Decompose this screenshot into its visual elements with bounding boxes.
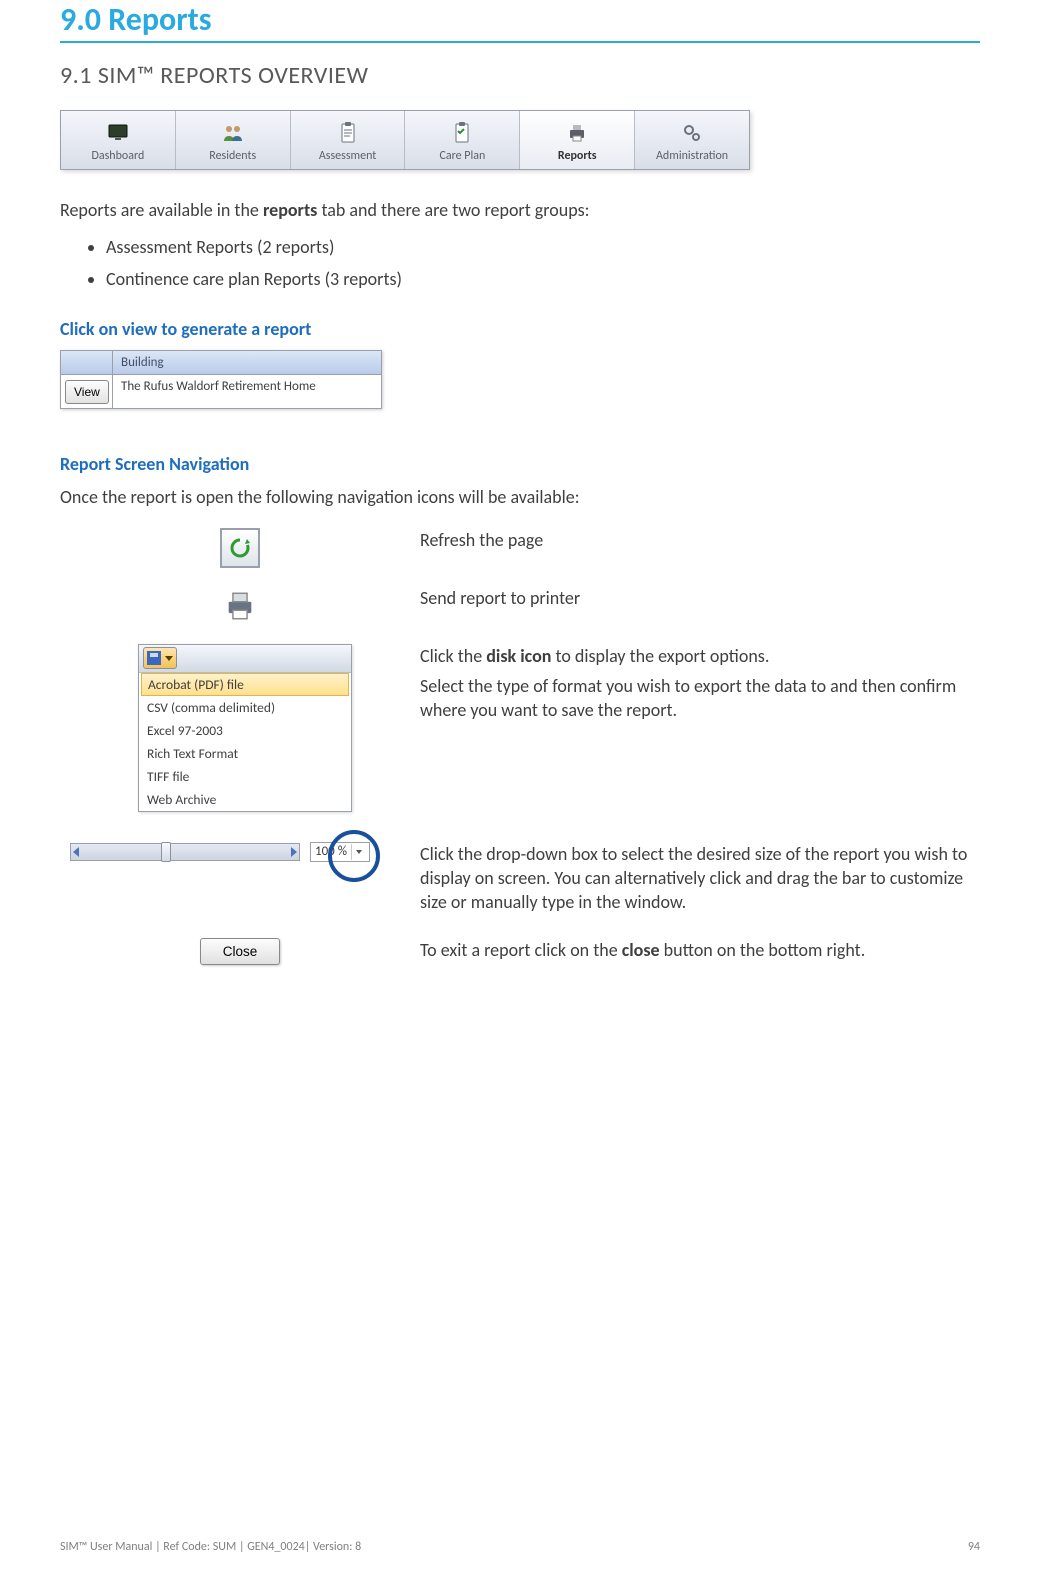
print-desc: Send report to printer <box>420 586 980 610</box>
zoom-desc: Click the drop-down box to select the de… <box>420 842 980 915</box>
tab-label: Residents <box>209 149 256 163</box>
slider-right-arrow-icon[interactable] <box>291 847 297 857</box>
export-dropdown[interactable]: Acrobat (PDF) file CSV (comma delimited)… <box>138 644 352 812</box>
dropdown-caret-icon <box>165 656 173 661</box>
monitor-icon <box>104 121 132 145</box>
nav-heading: Report Screen Navigation <box>60 453 980 475</box>
tab-care-plan[interactable]: Care Plan <box>405 111 520 169</box>
slider-thumb[interactable] <box>161 842 171 862</box>
export-option[interactable]: Rich Text Format <box>139 742 351 765</box>
tab-label: Dashboard <box>91 149 144 163</box>
tab-label: Care Plan <box>439 149 485 163</box>
clipboard-icon <box>334 121 362 145</box>
list-item: Assessment Reports (2 reports) <box>106 236 980 258</box>
subsection-heading: 9.1 SIM™ REPORTS OVERVIEW <box>60 61 980 90</box>
building-name-cell: The Rufus Waldorf Retirement Home <box>113 375 381 408</box>
building-grid: Building View The Rufus Waldorf Retireme… <box>60 350 382 409</box>
zoom-dropdown-caret-icon[interactable] <box>351 844 365 860</box>
task-list-icon <box>448 121 476 145</box>
zoom-slider[interactable] <box>70 843 300 861</box>
list-item: Continence care plan Reports (3 reports) <box>106 268 980 290</box>
tab-administration[interactable]: Administration <box>635 111 749 169</box>
people-icon <box>219 121 247 145</box>
tab-residents[interactable]: Residents <box>176 111 291 169</box>
view-button[interactable]: View <box>65 380 109 404</box>
close-button[interactable]: Close <box>200 938 281 965</box>
printer-icon <box>223 589 257 623</box>
slider-left-arrow-icon[interactable] <box>73 847 79 857</box>
disk-icon <box>147 651 161 665</box>
nav-intro: Once the report is open the following na… <box>60 485 980 509</box>
page-number: 94 <box>968 1540 980 1554</box>
export-option[interactable]: TIFF file <box>139 765 351 788</box>
export-option[interactable]: Excel 97-2003 <box>139 719 351 742</box>
report-groups-list: Assessment Reports (2 reports) Continenc… <box>106 236 980 290</box>
click-view-heading: Click on view to generate a report <box>60 318 980 340</box>
print-button[interactable] <box>220 586 260 626</box>
section-heading: 9.0 Reports <box>60 0 980 43</box>
refresh-button[interactable] <box>220 528 260 568</box>
disk-desc-1: Click the disk icon to display the expor… <box>420 644 980 668</box>
grid-header-building: Building <box>113 351 381 374</box>
gears-icon <box>678 121 706 145</box>
export-option[interactable]: Web Archive <box>139 788 351 811</box>
tab-assessment[interactable]: Assessment <box>291 111 406 169</box>
zoom-value-input[interactable]: 100 % <box>310 842 370 862</box>
refresh-desc: Refresh the page <box>420 528 980 552</box>
zoom-control[interactable]: 100 % <box>70 842 370 862</box>
tab-label: Administration <box>656 149 728 163</box>
tab-dashboard[interactable]: Dashboard <box>61 111 176 169</box>
tab-reports[interactable]: Reports <box>520 111 635 169</box>
tab-label: Assessment <box>319 149 376 163</box>
page-footer: SIM™ User Manual | Ref Code: SUM | GEN4_… <box>60 1540 980 1554</box>
footer-left: SIM™ User Manual | Ref Code: SUM | GEN4_… <box>60 1540 361 1554</box>
intro-paragraph: Reports are available in the reports tab… <box>60 198 980 222</box>
refresh-icon <box>228 536 252 560</box>
disk-save-button[interactable] <box>143 647 177 669</box>
app-toolbar: Dashboard Residents Assessment Care Plan… <box>60 110 750 170</box>
disk-desc-2: Select the type of format you wish to ex… <box>420 674 980 723</box>
grid-header-empty <box>61 351 113 374</box>
export-option[interactable]: Acrobat (PDF) file <box>141 673 349 696</box>
printer-icon <box>563 121 591 145</box>
export-option[interactable]: CSV (comma delimited) <box>139 696 351 719</box>
tab-label: Reports <box>558 149 597 163</box>
close-desc: To exit a report click on the close butt… <box>420 938 980 962</box>
